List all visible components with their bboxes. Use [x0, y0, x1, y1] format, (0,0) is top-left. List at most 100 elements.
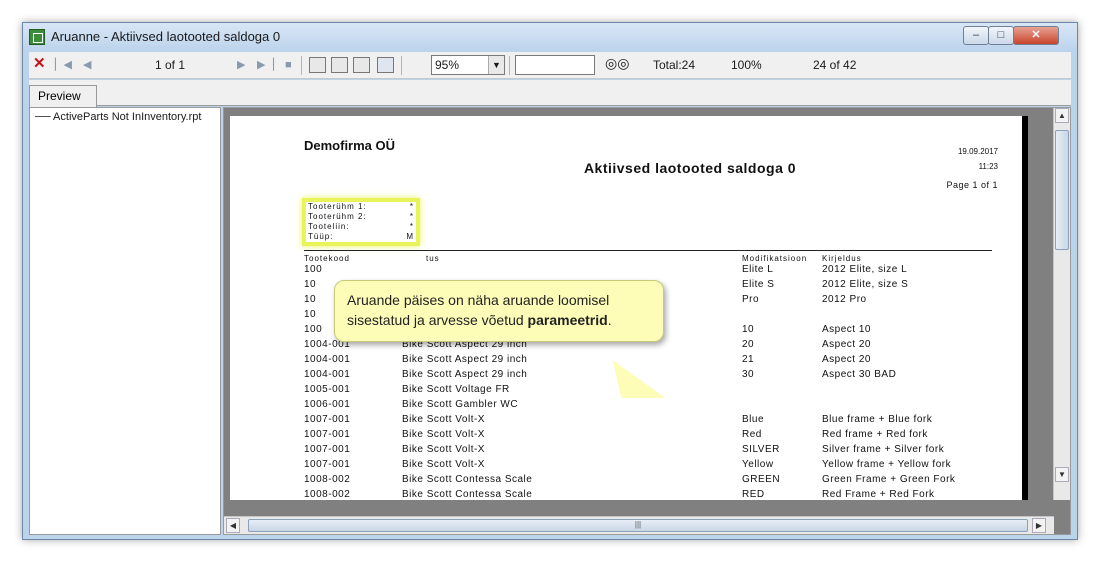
report-title: Aktiivsed laotooted saldoga 0 [583, 160, 797, 176]
table-cell: 10 [304, 279, 317, 290]
title-bar[interactable]: Aruanne - Aktiivsed laotooted saldoga 0 … [23, 23, 1077, 51]
table-cell: GREEN [742, 474, 781, 485]
close-icon[interactable]: ✕ [33, 55, 46, 72]
maximize-button[interactable]: □ [988, 26, 1014, 45]
print-setup-icon[interactable] [331, 57, 348, 73]
table-cell: Bike Scott Aspect 29 inch [402, 369, 528, 380]
tree-item-report[interactable]: ── ActiveParts Not InInventory.rpt [35, 111, 201, 123]
table-cell: 1007-001 [304, 429, 351, 440]
param-row: Tooteliin: * [308, 222, 414, 231]
vertical-scrollbar[interactable]: ▲ ▼ [1053, 108, 1070, 500]
table-cell: Red frame + Red fork [822, 429, 928, 440]
table-cell: Bike Scott Volt-X [402, 444, 485, 455]
table-cell: 2012 Elite, size S [822, 279, 909, 290]
table-cell: Aspect 20 [822, 354, 871, 365]
page-indicator: 1 of 1 [155, 58, 186, 72]
report-time: 11:23 [978, 162, 998, 171]
table-cell: 1006-001 [304, 399, 351, 410]
first-page-icon[interactable]: ▏◀ [55, 57, 72, 74]
zoom-select[interactable]: 95% ▼ [431, 55, 505, 75]
scroll-left-icon[interactable]: ◀ [226, 518, 240, 533]
print-icon[interactable] [309, 57, 326, 73]
table-cell: 1004-001 [304, 354, 351, 365]
horizontal-scrollbar[interactable]: ◀ ||| ▶ [224, 516, 1054, 534]
prev-page-icon[interactable]: ◀ [83, 57, 91, 74]
param-row: Tooterühm 2: * [308, 212, 414, 221]
table-cell: Blue frame + Blue fork [822, 414, 933, 425]
stop-icon[interactable]: ■ [285, 57, 292, 74]
table-cell: Red [742, 429, 762, 440]
toolbar-separator [509, 56, 510, 75]
app-icon [29, 29, 45, 45]
table-cell: 20 [742, 339, 755, 350]
callout-text-end: . [607, 312, 612, 328]
chevron-down-icon[interactable]: ▼ [488, 56, 504, 74]
tab-bar: Preview [29, 80, 1071, 107]
scroll-up-icon[interactable]: ▲ [1055, 108, 1069, 123]
table-cell: Green Frame + Green Fork [822, 474, 956, 485]
table-cell: Blue [742, 414, 765, 425]
table-cell: Pro [742, 294, 760, 305]
percent-indicator: 100% [731, 58, 762, 72]
table-cell: Silver frame + Silver fork [822, 444, 945, 455]
table-cell: 10 [742, 324, 755, 335]
table-cell: 1007-001 [304, 414, 351, 425]
toolbar-separator [401, 56, 402, 75]
tab-preview[interactable]: Preview [29, 85, 97, 107]
table-cell: Aspect 20 [822, 339, 871, 350]
report-page-number: Page 1 of 1 [946, 180, 998, 190]
callout-emphasis: parameetrid [527, 312, 608, 328]
records-count: 24 of 42 [813, 58, 857, 72]
scroll-right-icon[interactable]: ▶ [1032, 518, 1046, 533]
binoculars-icon[interactable]: ◎◎ [605, 55, 629, 72]
table-cell: 100 [304, 264, 323, 275]
table-cell: Bike Scott Voltage FR [402, 384, 510, 395]
group-tree-icon[interactable] [377, 57, 394, 73]
table-cell: 1007-001 [304, 459, 351, 470]
callout-tooltip: Aruande päises on näha aruande loomisel … [334, 280, 664, 342]
table-cell: 2012 Elite, size L [822, 264, 908, 275]
callout-pointer [594, 360, 666, 398]
next-page-icon[interactable]: ▶ [237, 57, 245, 74]
header-rule [304, 250, 992, 251]
horizontal-scroll-thumb[interactable]: ||| [248, 519, 1028, 532]
param-row: Tüüp: M [308, 232, 414, 241]
table-cell: 100 [304, 324, 323, 335]
table-cell: Bike Scott Volt-X [402, 429, 485, 440]
table-cell: 10 [304, 294, 317, 305]
table-cell: Elite S [742, 279, 775, 290]
table-cell: Red Frame + Red Fork [822, 489, 935, 500]
vertical-scroll-thumb[interactable] [1055, 130, 1069, 250]
scroll-down-icon[interactable]: ▼ [1055, 467, 1069, 482]
table-cell: Bike Scott Gambler WC [402, 399, 519, 410]
tree-item-label: ActiveParts Not InInventory.rpt [53, 111, 202, 123]
table-cell: Bike Scott Contessa Scale [402, 474, 533, 485]
table-cell: 1008-002 [304, 489, 351, 500]
table-cell: Aspect 30 BAD [822, 369, 897, 380]
table-cell: 10 [304, 309, 317, 320]
column-header: tus [426, 254, 440, 263]
table-cell: Bike Scott Contessa Scale [402, 489, 533, 500]
search-input[interactable] [515, 55, 595, 75]
table-cell: 1007-001 [304, 444, 351, 455]
table-cell: Yellow frame + Yellow fork [822, 459, 952, 470]
report-date: 19.09.2017 [957, 147, 998, 156]
minimize-button[interactable]: ‒ [963, 26, 989, 45]
viewer-toolbar: ✕ ▏◀ ◀ 1 of 1 ▶ ▶▕ ■ 95% ▼ ◎◎ Total:24 1… [29, 52, 1071, 79]
table-cell: 2012 Pro [822, 294, 867, 305]
group-tree-panel: ── ActiveParts Not InInventory.rpt [29, 107, 221, 535]
column-header: Tootekood [304, 254, 350, 263]
last-page-icon[interactable]: ▶▕ [257, 57, 274, 74]
parameters-highlight: Tooterühm 1: * Tooterühm 2: * Tooteliin: * … [302, 198, 420, 246]
param-row: Tooterühm 1: * [308, 202, 414, 211]
window-close-button[interactable]: ✕ [1013, 26, 1059, 45]
table-cell: Bike Scott Volt-X [402, 414, 485, 425]
table-cell: 1005-001 [304, 384, 351, 395]
table-cell: Aspect 10 [822, 324, 871, 335]
export-icon[interactable] [353, 57, 370, 73]
table-cell: RED [742, 489, 765, 500]
table-cell: Elite L [742, 264, 774, 275]
company-name: Demofirma OÜ [304, 138, 396, 153]
table-cell: Yellow [742, 459, 774, 470]
table-cell: Bike Scott Volt-X [402, 459, 485, 470]
